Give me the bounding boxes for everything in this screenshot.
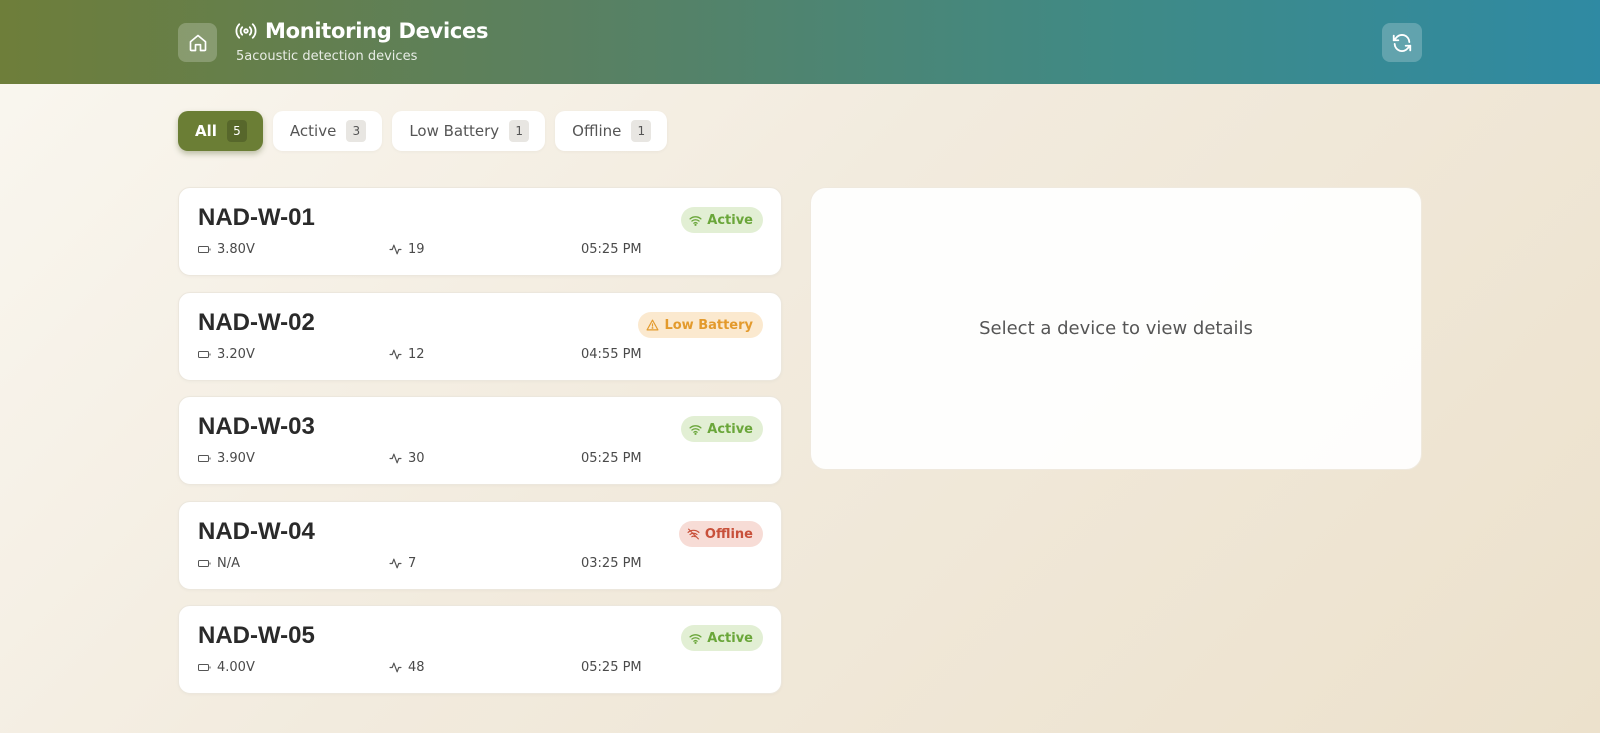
device-name: NAD-W-01: [198, 204, 315, 231]
filter-count: 5: [226, 120, 247, 142]
events-value: 12: [408, 347, 425, 362]
device-card-nad-w-03[interactable]: NAD-W-03 Active 3.90V 30 05:25 PM: [178, 396, 782, 485]
wifi-icon: [689, 215, 702, 226]
events-value: 19: [408, 242, 425, 257]
home-icon: [189, 34, 206, 51]
wifi-off-icon: [687, 528, 700, 540]
page-subtitle: 5acoustic detection devices: [236, 49, 418, 64]
device-name: NAD-W-02: [198, 309, 315, 336]
events-value: 7: [408, 556, 417, 571]
battery-voltage: 3.90V: [198, 451, 255, 466]
event-count: 48: [389, 660, 425, 675]
activity-icon: [389, 244, 402, 255]
device-card-nad-w-01[interactable]: NAD-W-01 Active 3.80V 19 05:25 PM: [178, 187, 782, 276]
status-label: Active: [707, 421, 753, 437]
last-seen-time: 03:25 PM: [581, 556, 642, 571]
last-seen-time: 05:25 PM: [581, 242, 642, 257]
activity-icon: [389, 453, 402, 464]
filter-active[interactable]: Active 3: [272, 111, 383, 151]
status-label: Offline: [704, 526, 753, 542]
battery-icon: [198, 664, 211, 671]
battery-voltage: 4.00V: [198, 660, 255, 675]
voltage-value: 4.00V: [217, 660, 255, 675]
last-seen-time: 05:25 PM: [581, 451, 642, 466]
voltage-value: 3.80V: [217, 242, 255, 257]
status-label: Active: [707, 212, 753, 228]
status-badge: Active: [681, 416, 763, 442]
device-name: NAD-W-03: [198, 413, 315, 440]
header-title-group: Monitoring Devices: [235, 19, 488, 43]
event-count: 19: [389, 242, 425, 257]
activity-icon: [389, 558, 402, 569]
device-card-nad-w-05[interactable]: NAD-W-05 Active 4.00V 48 05:25 PM: [178, 605, 782, 694]
event-count: 12: [389, 347, 425, 362]
device-name: NAD-W-05: [198, 622, 315, 649]
battery-voltage: 3.80V: [198, 242, 255, 257]
wifi-icon: [689, 633, 702, 644]
battery-icon: [198, 560, 211, 567]
activity-icon: [389, 662, 402, 673]
device-detail-panel: Select a device to view details: [810, 187, 1422, 470]
battery-voltage: N/A: [198, 556, 240, 571]
last-seen-time: 04:55 PM: [581, 347, 642, 362]
voltage-value: 3.90V: [217, 451, 255, 466]
filter-label: Low Battery: [409, 122, 500, 140]
events-value: 48: [408, 660, 425, 675]
battery-icon: [198, 351, 211, 358]
filter-low-battery[interactable]: Low Battery 1: [392, 111, 546, 151]
app-header: Monitoring Devices 5acoustic detection d…: [0, 0, 1600, 84]
status-label: Low Battery: [664, 317, 753, 333]
filter-count: 1: [631, 120, 652, 142]
radio-signal-icon: [235, 23, 257, 39]
wifi-icon: [689, 424, 702, 435]
empty-state-message: Select a device to view details: [979, 318, 1253, 339]
battery-icon: [198, 246, 211, 253]
filter-label: All: [195, 122, 217, 140]
activity-icon: [389, 349, 402, 360]
events-value: 30: [408, 451, 425, 466]
status-badge: Active: [681, 207, 763, 233]
warning-icon: [646, 319, 659, 331]
status-badge: Active: [681, 625, 763, 651]
filter-count: 1: [509, 120, 530, 142]
refresh-button[interactable]: [1382, 23, 1422, 62]
page-title: Monitoring Devices: [265, 19, 489, 43]
voltage-value: 3.20V: [217, 347, 255, 362]
filter-count: 3: [346, 120, 367, 142]
device-card-nad-w-02[interactable]: NAD-W-02 Low Battery 3.20V 12 04:55 PM: [178, 292, 782, 381]
event-count: 30: [389, 451, 425, 466]
battery-voltage: 3.20V: [198, 347, 255, 362]
filter-offline[interactable]: Offline 1: [555, 111, 668, 151]
device-card-nad-w-04[interactable]: NAD-W-04 Offline N/A 7 03:25 PM: [178, 501, 782, 590]
filter-tabs: All 5 Active 3 Low Battery 1 Offline 1: [178, 111, 668, 151]
battery-icon: [198, 455, 211, 462]
status-label: Active: [707, 630, 753, 646]
last-seen-time: 05:25 PM: [581, 660, 642, 675]
filter-label: Active: [289, 122, 337, 140]
voltage-value: N/A: [217, 556, 240, 571]
status-badge: Low Battery: [638, 312, 763, 338]
event-count: 7: [389, 556, 416, 571]
status-badge: Offline: [678, 521, 763, 547]
device-name: NAD-W-04: [198, 518, 315, 545]
refresh-icon: [1392, 33, 1412, 52]
filter-all[interactable]: All 5: [178, 111, 263, 151]
filter-label: Offline: [572, 122, 622, 140]
home-button[interactable]: [178, 23, 217, 62]
